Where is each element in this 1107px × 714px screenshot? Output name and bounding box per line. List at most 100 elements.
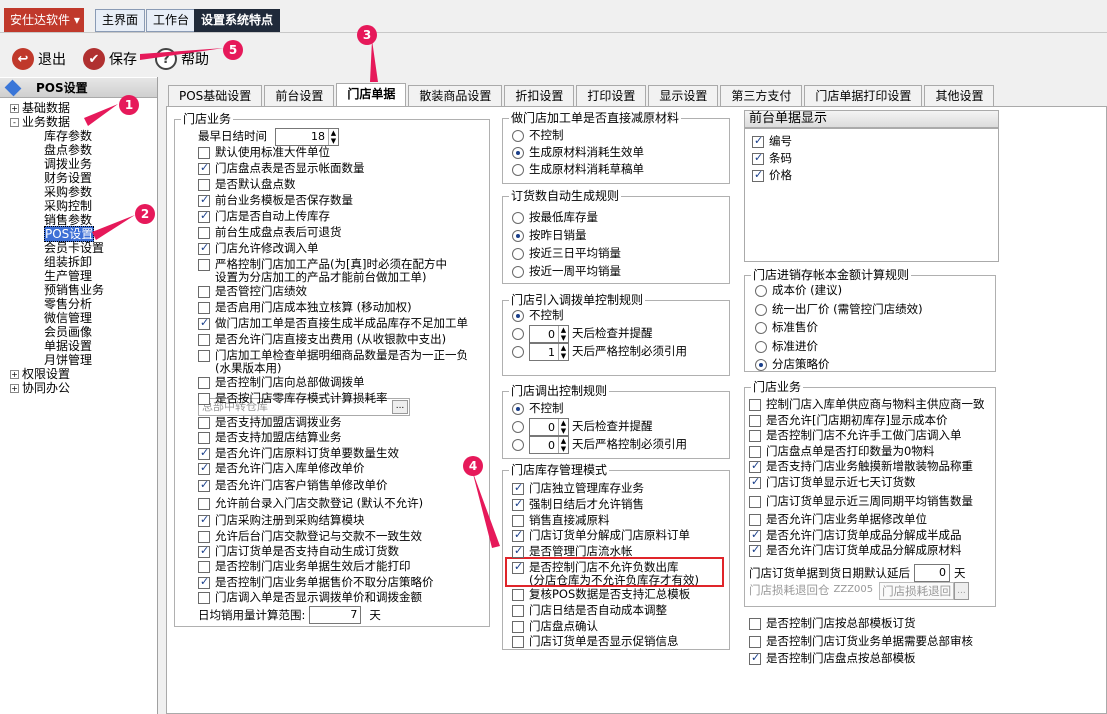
checkbox[interactable]	[749, 475, 761, 489]
radio-button[interactable]	[512, 439, 524, 451]
option-row[interactable]: 前台生成盘点表后可退货	[198, 226, 342, 239]
option-row[interactable]: 允许后台门店交款登记与交款不一致生效	[198, 529, 422, 543]
option-row[interactable]: 门店允许修改调入单	[198, 241, 319, 255]
option-row[interactable]: 控制门店入库单供应商与物料主供应商一致	[749, 398, 985, 411]
option-row[interactable]: 门店采购注册到采购结算模块	[198, 513, 365, 528]
day-stepper[interactable]: 0 ▲ ▼	[529, 418, 569, 436]
checkbox[interactable]	[198, 544, 210, 558]
stepper-arrows-icon[interactable]: ▲ ▼	[558, 419, 568, 435]
option-row[interactable]: 生成原材料消耗生效单	[512, 146, 644, 159]
option-row[interactable]: 按近三日平均销量	[512, 247, 621, 260]
day-stepper[interactable]: 1 ▲ ▼	[529, 343, 569, 361]
checkbox[interactable]	[198, 179, 210, 191]
checkbox[interactable]	[198, 461, 210, 475]
checkbox[interactable]	[512, 589, 524, 601]
checkbox[interactable]	[198, 259, 210, 271]
option-row[interactable]: 门店订货单是否显示促销信息	[512, 635, 679, 649]
option-row[interactable]: 编号	[752, 134, 792, 148]
option-row[interactable]: 门店订货单显示近七天订货数	[749, 475, 916, 489]
option-row[interactable]: 门店订货单显示近三周同期平均销售数量	[749, 494, 973, 508]
day-stepper[interactable]: 0 ▲ ▼	[529, 325, 569, 343]
checkbox[interactable]	[198, 241, 210, 255]
option-row[interactable]: 门店调入单是否显示调拨单价和调拨金额	[198, 590, 422, 604]
option-row[interactable]: 是否允许门店入库单修改单价	[198, 461, 365, 475]
checkbox[interactable]	[749, 399, 761, 411]
checkbox[interactable]	[512, 528, 524, 543]
option-row[interactable]: 是否管控门店绩效	[198, 285, 307, 298]
option-row[interactable]: 复核POS数据是否支持汇总模板	[512, 588, 690, 601]
checkbox[interactable]	[198, 377, 210, 389]
option-row[interactable]: 按最低库存量	[512, 211, 598, 224]
checkbox[interactable]	[198, 227, 210, 239]
option-row[interactable]: 是否控制门店按总部模板订货	[749, 617, 916, 630]
checkbox[interactable]	[198, 530, 210, 543]
radio-button[interactable]	[512, 248, 524, 260]
radio-button[interactable]	[512, 266, 524, 278]
option-row[interactable]: 分店策略价	[755, 358, 830, 371]
radio-button[interactable]	[755, 285, 767, 297]
checkbox[interactable]	[749, 618, 761, 630]
option-row[interactable]: 统一出厂价 (需管控门店绩效)	[755, 302, 923, 316]
radio-button[interactable]	[512, 346, 524, 358]
checkbox[interactable]	[749, 528, 761, 542]
radio-button[interactable]	[512, 328, 524, 340]
option-row[interactable]: 门店订货单是否支持自动生成订货数	[198, 544, 399, 558]
option-row[interactable]: 门店盘点单是否打印数量为0物料	[749, 444, 934, 458]
checkbox[interactable]	[512, 620, 524, 633]
option-row[interactable]: 是否控制门店业务单据售价不取分店策略价	[198, 575, 434, 589]
option-row[interactable]: 不控制	[512, 309, 564, 322]
checkbox[interactable]	[198, 316, 210, 330]
option-row[interactable]: 按近一周平均销量	[512, 265, 621, 278]
checkbox[interactable]	[198, 497, 210, 510]
option-row[interactable]: 1 ▲ ▼ 天后严格控制必须引用	[512, 343, 687, 361]
option-row[interactable]: 不控制	[512, 129, 564, 142]
option-row[interactable]: 价格	[752, 168, 792, 182]
checkbox[interactable]	[198, 161, 210, 175]
radio-button[interactable]	[512, 403, 524, 415]
option-row[interactable]: 标准进价	[755, 339, 818, 353]
option-row[interactable]: 门店盘点表是否显示帐面数量	[198, 161, 365, 175]
stepper-arrows-icon[interactable]: ▲ ▼	[558, 326, 568, 342]
checkbox[interactable]	[752, 168, 764, 182]
checkbox[interactable]	[198, 350, 210, 362]
option-row[interactable]: 是否支持加盟店结算业务	[198, 431, 342, 445]
checkbox[interactable]	[749, 495, 761, 508]
option-row[interactable]: 是否允许[门店期初库存]显示成本价	[749, 413, 947, 427]
option-row[interactable]: 0 ▲ ▼ 天后检查并提醒	[512, 418, 653, 436]
option-row[interactable]: 前台业务模板是否保存数量	[198, 193, 353, 207]
checkbox[interactable]	[512, 497, 524, 511]
checkbox[interactable]	[752, 151, 764, 165]
checkbox[interactable]	[749, 651, 761, 665]
stepper-arrows-icon[interactable]: ▲ ▼	[558, 437, 568, 453]
option-row[interactable]: 是否控制门店盘点按总部模板	[749, 651, 916, 665]
radio-button[interactable]	[512, 147, 524, 159]
option-row[interactable]: 允许前台录入门店交款登记 (默认不允许)	[198, 496, 423, 510]
checkbox[interactable]	[512, 514, 524, 527]
radio-button[interactable]	[755, 303, 767, 316]
radio-button[interactable]	[512, 230, 524, 242]
option-row[interactable]: 门店订货单分解成门店原料订单	[512, 528, 690, 543]
option-row[interactable]: 是否启用门店成本独立核算 (移动加权)	[198, 301, 412, 314]
option-row[interactable]: 0 ▲ ▼ 天后检查并提醒	[512, 325, 653, 343]
option-row[interactable]: 是否允许门店客户销售单修改单价	[198, 478, 388, 493]
radio-button[interactable]	[512, 421, 524, 433]
checkbox[interactable]	[198, 334, 210, 346]
option-row[interactable]: 门店日结是否自动成本调整	[512, 603, 667, 617]
checkbox[interactable]	[512, 544, 524, 559]
option-row[interactable]: 是否控制门店不允许手工做门店调入单	[749, 429, 962, 443]
checkbox[interactable]	[198, 446, 210, 460]
checkbox[interactable]	[198, 561, 210, 574]
option-row[interactable]: 是否控制门店订货业务单据需要总部审核	[749, 634, 973, 648]
option-row[interactable]: 是否按门店零库存模式计算损耗率	[198, 392, 388, 405]
option-row[interactable]: 是否允许门店业务单据修改单位	[749, 513, 927, 526]
option-row[interactable]: 0 ▲ ▼ 天后严格控制必须引用	[512, 436, 687, 454]
option-row[interactable]: 是否默认盘点数	[198, 178, 296, 191]
checkbox[interactable]	[198, 513, 210, 528]
option-row[interactable]: 销售直接减原料	[512, 513, 610, 527]
checkbox[interactable]	[198, 147, 210, 159]
option-row[interactable]: 做门店加工单是否直接生成半成品库存不足加工单	[198, 316, 468, 330]
checkbox[interactable]	[198, 286, 210, 298]
checkbox[interactable]	[749, 445, 761, 458]
checkbox[interactable]	[198, 417, 210, 429]
option-row[interactable]: 标准售价	[755, 321, 818, 334]
